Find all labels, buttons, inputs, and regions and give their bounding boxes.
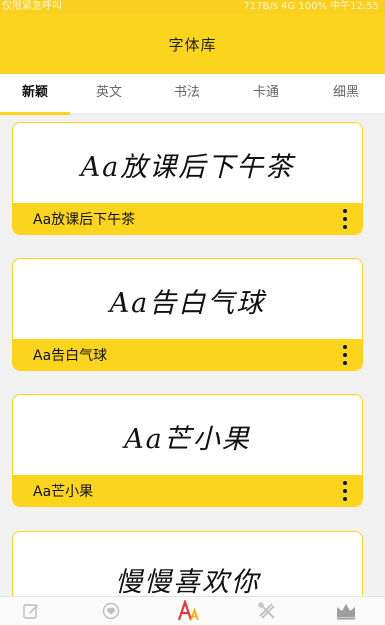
status-bar: 仅限紧急呼叫 717B/s 4G 100% 中午12:55 <box>0 0 385 14</box>
more-icon[interactable] <box>338 209 352 229</box>
tab-english[interactable]: 英文 <box>81 74 137 114</box>
more-icon[interactable] <box>338 481 352 501</box>
page-title: 字体库 <box>168 35 217 54</box>
font-card[interactable]: 慢慢喜欢你 <box>12 531 363 596</box>
font-preview: Aa芒小果 <box>124 423 251 455</box>
font-card-bar: Aa芒小果 <box>13 475 362 506</box>
tab-cartoon[interactable]: 卡通 <box>238 74 294 114</box>
more-icon[interactable] <box>338 345 352 365</box>
font-card[interactable]: Aa芒小果 Aa芒小果 <box>12 394 363 507</box>
font-name: Aa告白气球 <box>33 347 108 364</box>
font-name: Aa芒小果 <box>33 483 94 500</box>
font-preview: Aa告白气球 <box>109 287 266 319</box>
font-card[interactable]: Aa放课后下午茶 Aa放课后下午茶 <box>12 122 363 235</box>
font-preview: Aa放课后下午茶 <box>80 151 295 183</box>
tools-icon[interactable] <box>255 600 279 622</box>
font-name: Aa放课后下午茶 <box>33 211 136 228</box>
tab-calligraphy[interactable]: 书法 <box>159 74 215 114</box>
status-bar-left: 仅限紧急呼叫 <box>2 1 62 12</box>
bottom-nav <box>0 596 385 625</box>
category-tabs: 新颖 英文 书法 卡通 细黑 <box>0 74 385 115</box>
tab-novel[interactable]: 新颖 <box>7 74 63 114</box>
font-list[interactable]: Aa放课后下午茶 Aa放课后下午茶 Aa告白气球 Aa告白气球 Aa芒小果 Aa… <box>0 115 385 596</box>
tab-thin-black[interactable]: 细黑 <box>318 74 374 114</box>
app-bar: 字体库 <box>0 14 385 74</box>
font-icon[interactable] <box>177 600 201 622</box>
font-card-bar: Aa告白气球 <box>13 339 362 370</box>
crown-icon[interactable] <box>334 600 358 622</box>
status-bar-right: 717B/s 4G 100% 中午12:55 <box>243 1 379 12</box>
font-card-bar: Aa放课后下午茶 <box>13 203 362 234</box>
edit-icon[interactable] <box>19 600 43 622</box>
font-card[interactable]: Aa告白气球 Aa告白气球 <box>12 258 363 371</box>
heart-icon[interactable] <box>99 600 123 622</box>
font-preview: 慢慢喜欢你 <box>115 566 260 597</box>
